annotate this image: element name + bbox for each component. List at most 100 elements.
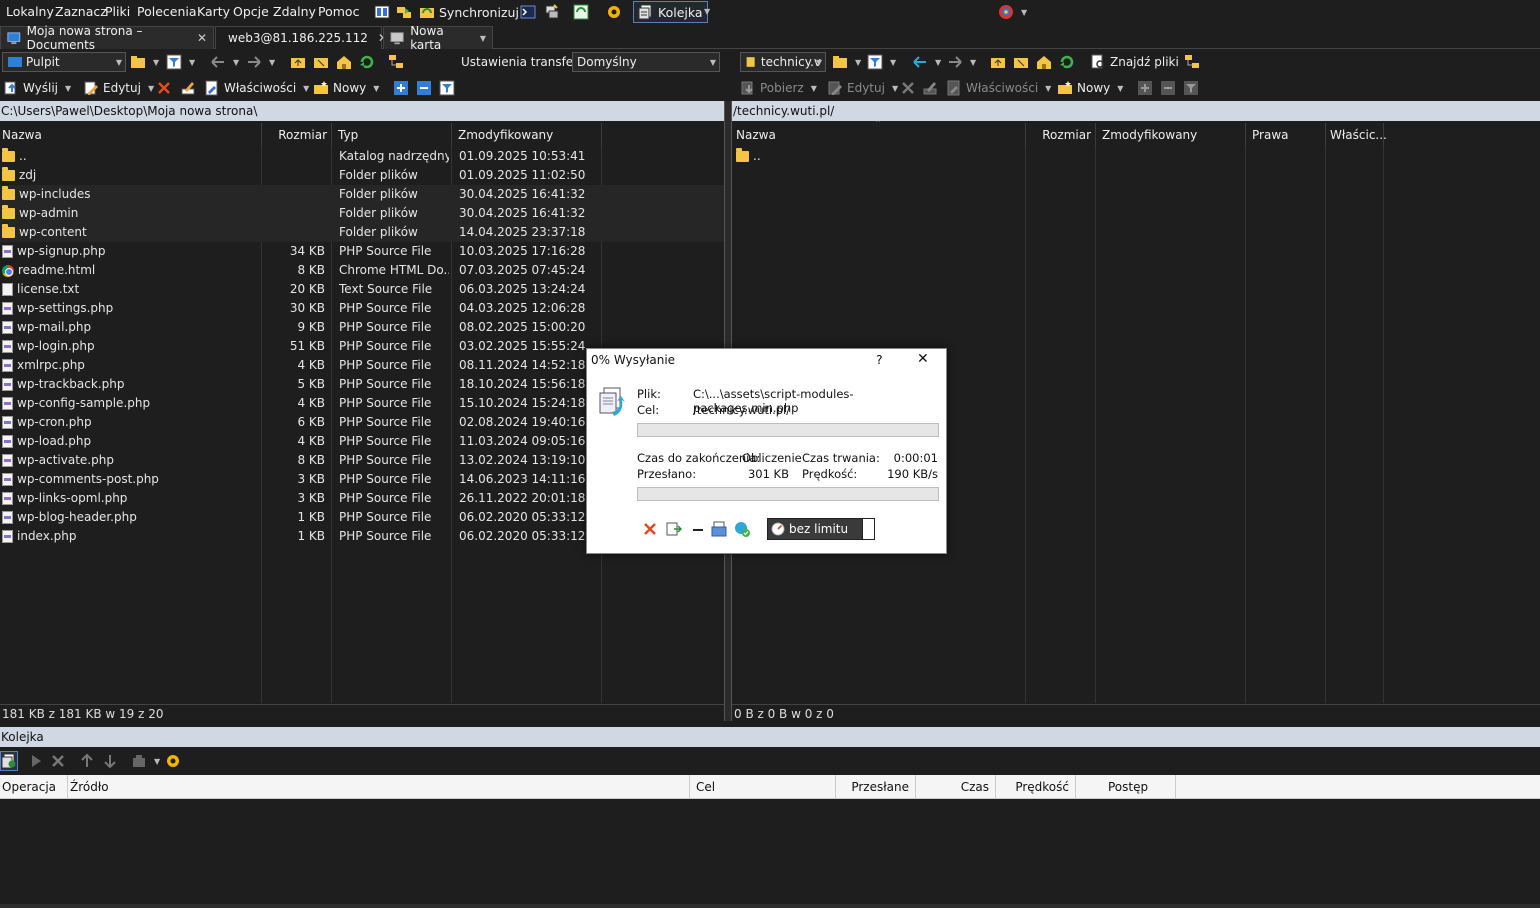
left-properties-button[interactable]: Właściwości ▼ <box>204 78 309 98</box>
right-home-button[interactable] <box>1036 52 1052 72</box>
refresh-sync-button[interactable] <box>573 2 589 22</box>
column-owner[interactable]: Właścic... <box>1326 123 1387 147</box>
tab-new[interactable]: Nowa karta ▼ <box>383 24 493 52</box>
table-row[interactable]: .. Katalog nadrzędny 01.09.2025 10:53:41 <box>0 147 724 166</box>
table-row[interactable]: wp-includes Folder plików 30.04.2025 16:41… <box>0 185 724 204</box>
right-rename-button[interactable] <box>922 78 938 98</box>
column-modified[interactable]: Zmodyfikowany <box>452 123 602 147</box>
upload-button[interactable]: Wyślij ▼ <box>3 78 71 98</box>
column-speed[interactable]: Prędkość <box>996 775 1076 799</box>
speed-limit-select[interactable]: bez limitu <box>767 518 875 540</box>
right-back-button[interactable]: ▼ <box>912 52 941 72</box>
right-select-all-button[interactable] <box>1137 78 1153 98</box>
queue-toggle-button[interactable]: Kolejka <box>633 1 708 23</box>
dir-compare-button[interactable] <box>396 2 412 22</box>
transfer-settings-select[interactable]: Domyślny ▼ <box>572 52 720 72</box>
table-row[interactable]: wp-signup.php 34 KB PHP Source File 10.03.2… <box>0 242 724 261</box>
column-type[interactable]: Typ <box>332 123 452 147</box>
transfer-settings-icon[interactable] <box>711 521 727 537</box>
find-files-button[interactable]: Znajdź pliki <box>1090 52 1179 72</box>
menu-select[interactable]: Zaznacz <box>55 4 107 19</box>
column-permissions[interactable]: Prawa <box>1246 123 1326 147</box>
column-operation[interactable]: Operacja <box>0 775 68 799</box>
synchronize-button[interactable]: Synchronizuj <box>419 2 519 22</box>
table-row[interactable]: zdj Folder plików 01.09.2025 11:02:50 <box>0 166 724 185</box>
tab-local-documents[interactable]: Moja nowa strona – Documents ✕ <box>0 24 214 52</box>
right-tree-button[interactable] <box>1184 52 1200 72</box>
move-to-background-icon[interactable] <box>666 521 682 537</box>
queue-process-button[interactable] <box>0 751 18 771</box>
right-open-dir-button[interactable]: ▼ <box>832 52 861 72</box>
table-row[interactable]: wp-admin Folder plików 30.04.2025 16:41:32 <box>0 204 724 223</box>
tab-remote-session[interactable]: web3@81.186.225.112 ✕ <box>215 26 388 49</box>
dialog-close-button[interactable]: ✕ <box>917 351 929 367</box>
left-select-all-button[interactable] <box>393 78 409 98</box>
chevron-down-icon[interactable]: ▼ <box>480 34 486 43</box>
right-properties-button[interactable]: Właściwości ▼ <box>946 78 1051 98</box>
right-filter-select-button[interactable] <box>1183 78 1199 98</box>
table-row[interactable]: wp-settings.php 30 KB PHP Source File 04.03… <box>0 299 724 318</box>
column-modified[interactable]: Zmodyfikowany <box>1096 123 1246 147</box>
right-root-dir-button[interactable] <box>1013 52 1029 72</box>
queue-suspend-button[interactable]: ▼ <box>131 751 160 771</box>
compare-button[interactable] <box>374 2 390 22</box>
globe-check-icon[interactable] <box>734 521 750 537</box>
right-delete-button[interactable] <box>900 78 916 98</box>
putty-button[interactable] <box>544 2 560 22</box>
speed-limit-dropdown[interactable] <box>862 519 874 539</box>
left-rename-button[interactable] <box>180 78 196 98</box>
cancel-x-icon[interactable] <box>642 521 658 537</box>
download-button[interactable]: Pobierz ▼ <box>740 78 817 98</box>
menu-files[interactable]: Pliki <box>105 4 130 19</box>
preferences-button[interactable] <box>606 2 622 22</box>
left-path-bar[interactable]: C:\Users\Pawel\Desktop\Moja nowa strona\ <box>0 101 724 121</box>
left-home-button[interactable] <box>336 52 352 72</box>
column-progress[interactable]: Postęp <box>1076 775 1176 799</box>
menu-remote[interactable]: Zdalny <box>273 4 316 19</box>
left-parent-dir-button[interactable] <box>290 52 306 72</box>
menu-help[interactable]: Pomoc <box>318 4 359 19</box>
menu-local[interactable]: Lokalny <box>6 4 54 19</box>
table-row[interactable]: readme.html 8 KB Chrome HTML Do... 07.03.20… <box>0 261 724 280</box>
menu-tabs[interactable]: Karty <box>197 4 230 19</box>
chevron-down-icon[interactable]: ▼ <box>704 7 710 16</box>
column-destination[interactable]: Cel <box>690 775 836 799</box>
table-row[interactable]: license.txt 20 KB Text Source File 06.03.20… <box>0 280 724 299</box>
right-edit-button[interactable]: Edytuj ▼ <box>827 78 898 98</box>
right-path-bar[interactable]: /technicy.wuti.pl/ <box>732 101 1540 121</box>
right-forward-button[interactable]: ▼ <box>947 52 976 72</box>
right-drive-select[interactable]: technicy.v ▼ <box>740 52 826 72</box>
queue-move-up-button[interactable] <box>79 751 95 771</box>
column-source[interactable]: Źródło <box>68 775 690 799</box>
right-filter-button[interactable]: ▼ <box>867 52 896 72</box>
left-refresh-button[interactable] <box>359 52 375 72</box>
column-size[interactable]: Rozmiar <box>262 123 332 147</box>
table-row[interactable]: wp-content Folder plików 14.04.2025 23:37:… <box>0 223 724 242</box>
left-open-dir-button[interactable]: ▼ <box>130 52 159 72</box>
right-parent-dir-button[interactable] <box>990 52 1006 72</box>
column-name[interactable]: Nazwa <box>0 123 262 147</box>
left-root-dir-button[interactable] <box>313 52 329 72</box>
menu-commands[interactable]: Polecenia <box>137 4 197 19</box>
table-row[interactable]: wp-mail.php 9 KB PHP Source File 08.02.2025… <box>0 318 724 337</box>
minimize-icon[interactable] <box>690 521 706 537</box>
console-button[interactable] <box>520 2 536 22</box>
left-delete-button[interactable] <box>156 78 172 98</box>
column-time[interactable]: Czas <box>916 775 996 799</box>
left-drive-select[interactable]: Pulpit ▼ <box>2 52 126 72</box>
right-refresh-button[interactable] <box>1059 52 1075 72</box>
left-filter-button[interactable]: ▼ <box>166 52 195 72</box>
column-size[interactable]: Rozmiar <box>1026 123 1096 147</box>
left-new-button[interactable]: Nowy ▼ <box>313 78 379 98</box>
right-new-button[interactable]: Nowy ▼ <box>1057 78 1123 98</box>
queue-preferences-button[interactable] <box>165 751 181 771</box>
left-edit-button[interactable]: Edytuj ▼ <box>83 78 154 98</box>
left-forward-button[interactable]: ▼ <box>246 52 275 72</box>
queue-execute-button[interactable] <box>28 751 44 771</box>
left-back-button[interactable]: ▼ <box>210 52 239 72</box>
queue-delete-button[interactable] <box>50 751 66 771</box>
left-unselect-button[interactable] <box>416 78 432 98</box>
queue-splitter[interactable] <box>0 723 1540 726</box>
table-row[interactable]: .. <box>732 147 1540 166</box>
left-filter-select-button[interactable] <box>439 78 455 98</box>
